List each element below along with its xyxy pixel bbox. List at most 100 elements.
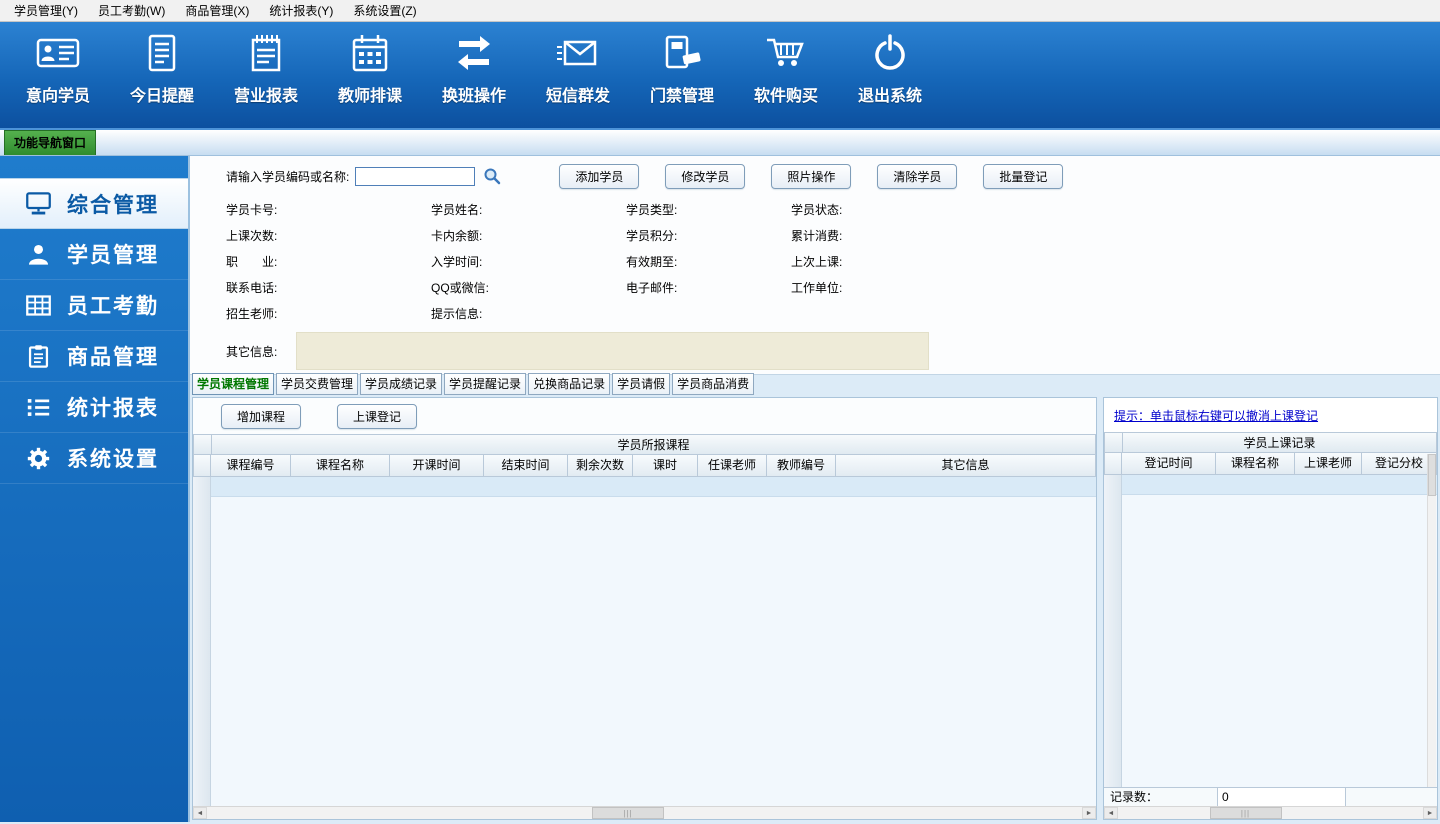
other-info-row: 其它信息: (190, 332, 1440, 370)
tab-exchange-records[interactable]: 兑换商品记录 (528, 373, 611, 395)
cart-icon (762, 32, 810, 74)
nav-window-tab[interactable]: 功能导航窗口 (4, 130, 97, 155)
toolbar-business-report[interactable]: 营业报表 (214, 32, 318, 106)
tab-product-consumption[interactable]: 学员商品消费 (672, 373, 755, 395)
vertical-scroll-thumb[interactable] (1428, 454, 1436, 496)
menu-stats-report[interactable]: 统计报表(Y) (259, 0, 343, 21)
scroll-left-arrow[interactable]: ◄ (1104, 807, 1118, 819)
label-workplace: 工作单位: (791, 280, 843, 295)
search-row: 请输入学员编码或名称: 添加学员 修改学员 照片操作 清除学员 批量登记 (190, 156, 1440, 196)
sidebar-item-students[interactable]: 学员管理 (0, 229, 188, 280)
tab-course-mgmt[interactable]: 学员课程管理 (192, 373, 275, 395)
empty-selected-row[interactable] (1122, 475, 1437, 495)
course-table-title-row: 学员所报课程 (193, 434, 1096, 455)
sidebar-item-products[interactable]: 商品管理 (0, 331, 188, 382)
record-count-label: 记录数： (1104, 788, 1218, 806)
scroll-right-arrow[interactable]: ► (1082, 807, 1096, 819)
scroll-thumb[interactable]: ||| (592, 807, 664, 819)
student-info-panel: 请输入学员编码或名称: 添加学员 修改学员 照片操作 清除学员 批量登记 学员卡… (190, 156, 1440, 375)
sidebar-item-reports[interactable]: 统计报表 (0, 382, 188, 433)
menu-bar: 学员管理(Y) 员工考勤(W) 商品管理(X) 统计报表(Y) 系统设置(Z) (0, 0, 1440, 22)
tab-grade-records[interactable]: 学员成绩记录 (360, 373, 443, 395)
label-hint: 提示信息: (431, 306, 483, 321)
course-table-rows[interactable] (211, 477, 1096, 806)
col-class-teacher: 上课老师 (1294, 453, 1362, 475)
label-occupation: 职 业: (226, 254, 278, 269)
col-teacher: 任课老师 (697, 455, 767, 477)
label-name: 学员姓名: (431, 202, 483, 217)
sidebar-item-settings[interactable]: 系统设置 (0, 433, 188, 484)
calendar-icon (346, 32, 394, 74)
scroll-right-arrow[interactable]: ► (1423, 807, 1437, 819)
record-panel: 提示：单击鼠标右键可以撤消上课登记 学员上课记录 登记时间 课程名称 上课老师 … (1103, 397, 1438, 820)
label-balance: 卡内余额: (431, 228, 483, 243)
toolbar-software-purchase[interactable]: 软件购买 (734, 32, 838, 106)
sidebar-item-label: 学员管理 (67, 244, 159, 267)
add-course-button[interactable]: 增加课程 (221, 403, 302, 429)
tab-payment-mgmt[interactable]: 学员交费管理 (276, 373, 359, 395)
col-remaining: 剩余次数 (567, 455, 633, 477)
record-table-body (1104, 475, 1437, 787)
toolbar-label: 换班操作 (441, 88, 506, 105)
record-horizontal-scrollbar[interactable]: ◄ ||| ► (1104, 806, 1437, 819)
scroll-track[interactable]: ||| (207, 807, 1082, 819)
toolbar-sms-bulk[interactable]: 短信群发 (526, 32, 630, 106)
label-points: 学员积分: (626, 228, 678, 243)
batch-register-button[interactable]: 批量登记 (983, 163, 1064, 189)
row-selector-strip (1104, 475, 1122, 787)
tab-leave[interactable]: 学员请假 (612, 373, 671, 395)
photo-ops-button[interactable]: 照片操作 (771, 163, 852, 189)
course-table-body (193, 477, 1096, 806)
toolbar-label: 退出系统 (857, 88, 922, 105)
record-vertical-scrollbar[interactable] (1427, 454, 1436, 787)
clear-student-button[interactable]: 清除学员 (877, 163, 958, 189)
other-info-label: 其它信息: (226, 344, 278, 359)
col-course-name: 课程名称 (290, 455, 390, 477)
toolbar-label: 教师排课 (337, 88, 402, 105)
label-qq-wechat: QQ或微信: (431, 280, 490, 295)
menu-student-mgmt[interactable]: 学员管理(Y) (4, 0, 88, 21)
other-info-box[interactable] (296, 332, 929, 370)
edit-student-button[interactable]: 修改学员 (665, 163, 746, 189)
col-other-info: 其它信息 (835, 455, 1096, 477)
label-class-count: 上课次数: (226, 228, 278, 243)
toolbar-teacher-schedule[interactable]: 教师排课 (318, 32, 422, 106)
toolbar-label: 门禁管理 (649, 88, 714, 105)
record-footer-spacer (1346, 788, 1437, 806)
menu-product-mgmt[interactable]: 商品管理(X) (175, 0, 259, 21)
label-enroll-date: 入学时间: (431, 254, 483, 269)
menu-staff-attendance[interactable]: 员工考勤(W) (88, 0, 175, 21)
search-icon[interactable] (483, 166, 503, 186)
class-register-button[interactable]: 上课登记 (337, 403, 418, 429)
toolbar-today-reminders[interactable]: 今日提醒 (110, 32, 214, 106)
course-horizontal-scrollbar[interactable]: ◄ ||| ► (193, 806, 1096, 819)
sidebar-item-label: 统计报表 (67, 397, 159, 420)
scroll-thumb[interactable]: ||| (1209, 807, 1282, 819)
toolbar-label: 短信群发 (545, 88, 610, 105)
toolbar: 意向学员 今日提醒 营业报表 教师排课 换班操作 短信群发 门禁管理 软件购买 … (0, 22, 1440, 130)
empty-selected-row[interactable] (211, 477, 1096, 497)
menu-system-settings[interactable]: 系统设置(Z) (343, 0, 426, 21)
tab-reminder-records[interactable]: 学员提醒记录 (444, 373, 527, 395)
access-card-icon (658, 32, 706, 74)
toolbar-access-control[interactable]: 门禁管理 (630, 32, 734, 106)
sidebar-item-comprehensive[interactable]: 综合管理 (0, 178, 188, 229)
toolbar-shift-change[interactable]: 换班操作 (422, 32, 526, 106)
label-email: 电子邮件: (626, 280, 678, 295)
col-start-time: 开课时间 (389, 455, 484, 477)
add-student-button[interactable]: 添加学员 (559, 163, 640, 189)
toolbar-intent-students[interactable]: 意向学员 (6, 32, 110, 106)
document-icon (138, 32, 186, 74)
student-search-input[interactable] (355, 166, 476, 186)
record-table-rows[interactable] (1122, 475, 1437, 787)
label-type: 学员类型: (626, 202, 678, 217)
tip-row: 提示：单击鼠标右键可以撤消上课登记 (1104, 398, 1437, 432)
sidebar-item-attendance[interactable]: 员工考勤 (0, 280, 188, 331)
scroll-left-arrow[interactable]: ◄ (193, 807, 207, 819)
detail-tabbar: 学员课程管理 学员交费管理 学员成绩记录 学员提醒记录 兑换商品记录 学员请假 … (190, 373, 1440, 395)
label-recruiter: 招生老师: (226, 306, 278, 321)
bottom-area: 增加课程 上课登记 学员所报课程 课程编号 课程名称 开课时间 结束时间 剩余次… (190, 395, 1440, 822)
scroll-track[interactable]: ||| (1118, 807, 1423, 819)
toolbar-exit-system[interactable]: 退出系统 (838, 32, 942, 106)
col-teacher-id: 教师编号 (766, 455, 836, 477)
